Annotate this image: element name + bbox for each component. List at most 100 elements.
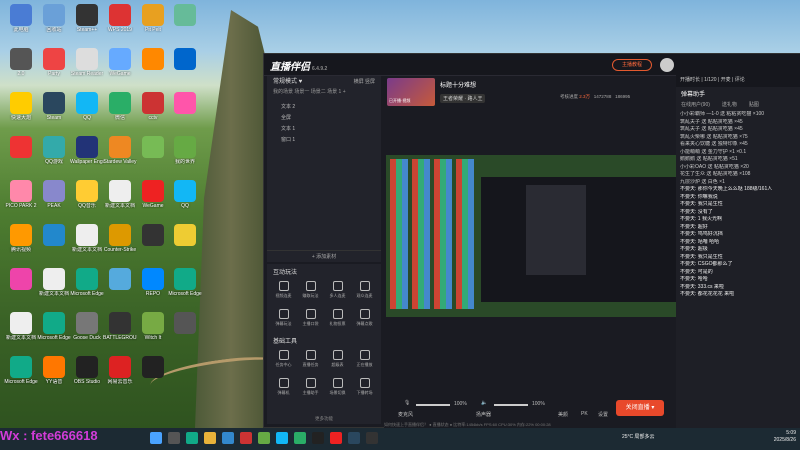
- tool-button[interactable]: 主播口袋: [298, 307, 323, 333]
- desktop-icon[interactable]: 快速大炮: [4, 92, 38, 130]
- desktop-icon[interactable]: Wallpaper Engine: [70, 136, 104, 174]
- stream-title[interactable]: 标题十分难想: [440, 80, 476, 89]
- weather-widget[interactable]: 25°C 局部多云: [622, 433, 655, 440]
- wegame-icon[interactable]: [330, 432, 342, 444]
- tutorial-button[interactable]: 主播教程: [612, 59, 652, 71]
- desktop-icon[interactable]: QQ游戏: [37, 136, 71, 174]
- desktop-icon[interactable]: [37, 224, 71, 262]
- steam-icon[interactable]: [348, 432, 360, 444]
- desktop-icon[interactable]: [168, 4, 202, 42]
- search-icon[interactable]: [168, 432, 180, 444]
- tool-button[interactable]: 弹幕玩法: [271, 307, 296, 333]
- tool-button[interactable]: 弹幕机: [271, 376, 296, 402]
- desktop-icon[interactable]: Steam Reader: [70, 48, 104, 86]
- desktop-icon[interactable]: Stardew Valley: [103, 136, 137, 174]
- tool-button[interactable]: 正在播放: [352, 348, 377, 374]
- scene-tabs[interactable]: 我的场景 场景一 场景二 场景 1 +: [267, 88, 381, 98]
- desktop-icon[interactable]: Counter-Strike: [103, 224, 137, 262]
- speaker-icon[interactable]: 🔈: [481, 400, 487, 406]
- tool-button[interactable]: 弹幕点歌: [352, 307, 377, 333]
- tool-button[interactable]: 超级表: [325, 348, 350, 374]
- desktop-icon[interactable]: 新建文本文档: [4, 312, 38, 350]
- tool-button[interactable]: 任务中心: [271, 348, 296, 374]
- desktop-icon[interactable]: [136, 356, 170, 394]
- desktop-icon[interactable]: cctv: [136, 92, 170, 130]
- chat-tab[interactable]: 送礼物: [722, 102, 737, 108]
- tool-button[interactable]: 礼物投票: [325, 307, 350, 333]
- desktop-icon[interactable]: REPO: [136, 268, 170, 306]
- mic-icon[interactable]: 🎙: [404, 400, 410, 406]
- tool-button[interactable]: 视频连麦: [271, 279, 296, 305]
- desktop-icon[interactable]: Witch It: [136, 312, 170, 350]
- source-item[interactable]: 文本 2: [267, 102, 381, 113]
- desktop-icon[interactable]: Microsoft Edge: [37, 312, 71, 350]
- folder-icon[interactable]: [204, 432, 216, 444]
- clock[interactable]: 5:09 2025/8/26: [774, 430, 796, 444]
- edge-icon[interactable]: [186, 432, 198, 444]
- desktop-icon[interactable]: WeGame: [103, 48, 137, 86]
- desktop-icon[interactable]: [168, 48, 202, 86]
- desktop-icon[interactable]: Goose Duck: [70, 312, 104, 350]
- source-item[interactable]: 文本 1: [267, 124, 381, 135]
- desktop-icon[interactable]: QQ: [168, 180, 202, 218]
- desktop-icon[interactable]: QQ: [70, 92, 104, 130]
- desktop-icon[interactable]: 我的世界: [168, 136, 202, 174]
- stream-preview[interactable]: [386, 155, 676, 317]
- mode-selector[interactable]: 常规模式 ♥: [273, 79, 302, 85]
- desktop-icon[interactable]: [103, 268, 137, 306]
- desktop-icon[interactable]: Pit Pelt: [136, 4, 170, 42]
- desktop-icon[interactable]: [136, 224, 170, 262]
- live-app-icon[interactable]: [312, 432, 324, 444]
- desktop-icon[interactable]: YY语音: [37, 356, 71, 394]
- tool-button[interactable]: 观众连麦: [352, 279, 377, 305]
- desktop-icon[interactable]: Microsoft Edge: [4, 356, 38, 394]
- desktop-icon[interactable]: 新建文本文档: [37, 268, 71, 306]
- desktop-icon[interactable]: 此电脑: [4, 4, 38, 42]
- desktop-icon[interactable]: Party: [37, 48, 71, 86]
- tool-button[interactable]: 直播任务: [298, 348, 323, 374]
- start-icon[interactable]: [150, 432, 162, 444]
- desktop-icon[interactable]: OBS Studio: [70, 356, 104, 394]
- tool-button[interactable]: 场景切换: [325, 376, 350, 402]
- stream-category[interactable]: 王者荣耀 · 路人王: [440, 94, 486, 103]
- orientation-switch[interactable]: 横屏 竖屏: [354, 76, 375, 88]
- mic-volume-slider[interactable]: [416, 404, 450, 406]
- desktop-icon[interactable]: Steam++: [70, 4, 104, 42]
- desktop-icon[interactable]: 新建文本文档: [70, 224, 104, 262]
- desktop-icon[interactable]: BATTLEGROUNDS: [103, 312, 137, 350]
- beauty-button[interactable]: 美颜: [558, 411, 568, 418]
- avatar[interactable]: [660, 58, 674, 72]
- desktop-icon[interactable]: Microsoft Edge: [168, 268, 202, 306]
- desktop-icon[interactable]: WPS 2019: [103, 4, 137, 42]
- desktop-icon[interactable]: [168, 92, 202, 130]
- desktop-icon[interactable]: [4, 268, 38, 306]
- desktop-icon[interactable]: Steam: [37, 92, 71, 130]
- desktop-icon[interactable]: [168, 312, 202, 350]
- desktop-icon[interactable]: 回收站: [37, 4, 71, 42]
- pk-button[interactable]: PK: [581, 411, 588, 417]
- desktop-icon[interactable]: PEAK: [37, 180, 71, 218]
- desktop-icon[interactable]: QQ音乐: [70, 180, 104, 218]
- desktop-icon[interactable]: [168, 224, 202, 262]
- more-functions-link[interactable]: 更多功能: [267, 416, 381, 422]
- stream-cover[interactable]: 已开播·视频: [387, 78, 435, 106]
- desktop-icon[interactable]: 微信: [103, 92, 137, 130]
- app-icon[interactable]: [240, 432, 252, 444]
- chat-tab[interactable]: 贴图: [749, 102, 759, 108]
- desktop-icon[interactable]: [136, 48, 170, 86]
- desktop-icon[interactable]: PICO PARK 2: [4, 180, 38, 218]
- desktop-icon[interactable]: [4, 136, 38, 174]
- desktop-icon[interactable]: 腾讯视频: [4, 224, 38, 262]
- wechat-icon[interactable]: [294, 432, 306, 444]
- tool-button[interactable]: 下播转场: [352, 376, 377, 402]
- desktop-icon[interactable]: 新建文本文档: [103, 180, 137, 218]
- speaker-volume-slider[interactable]: [494, 404, 528, 406]
- desktop-icon[interactable]: Microsoft Edge: [70, 268, 104, 306]
- desktop-icon[interactable]: 网易云音乐: [103, 356, 137, 394]
- qq-icon[interactable]: [276, 432, 288, 444]
- desktop-icon[interactable]: 2.0: [4, 48, 38, 86]
- tool-button[interactable]: 主播助手: [298, 376, 323, 402]
- source-item[interactable]: 窗口 1: [267, 135, 381, 146]
- minecraft-icon[interactable]: [258, 432, 270, 444]
- obs-icon[interactable]: [366, 432, 378, 444]
